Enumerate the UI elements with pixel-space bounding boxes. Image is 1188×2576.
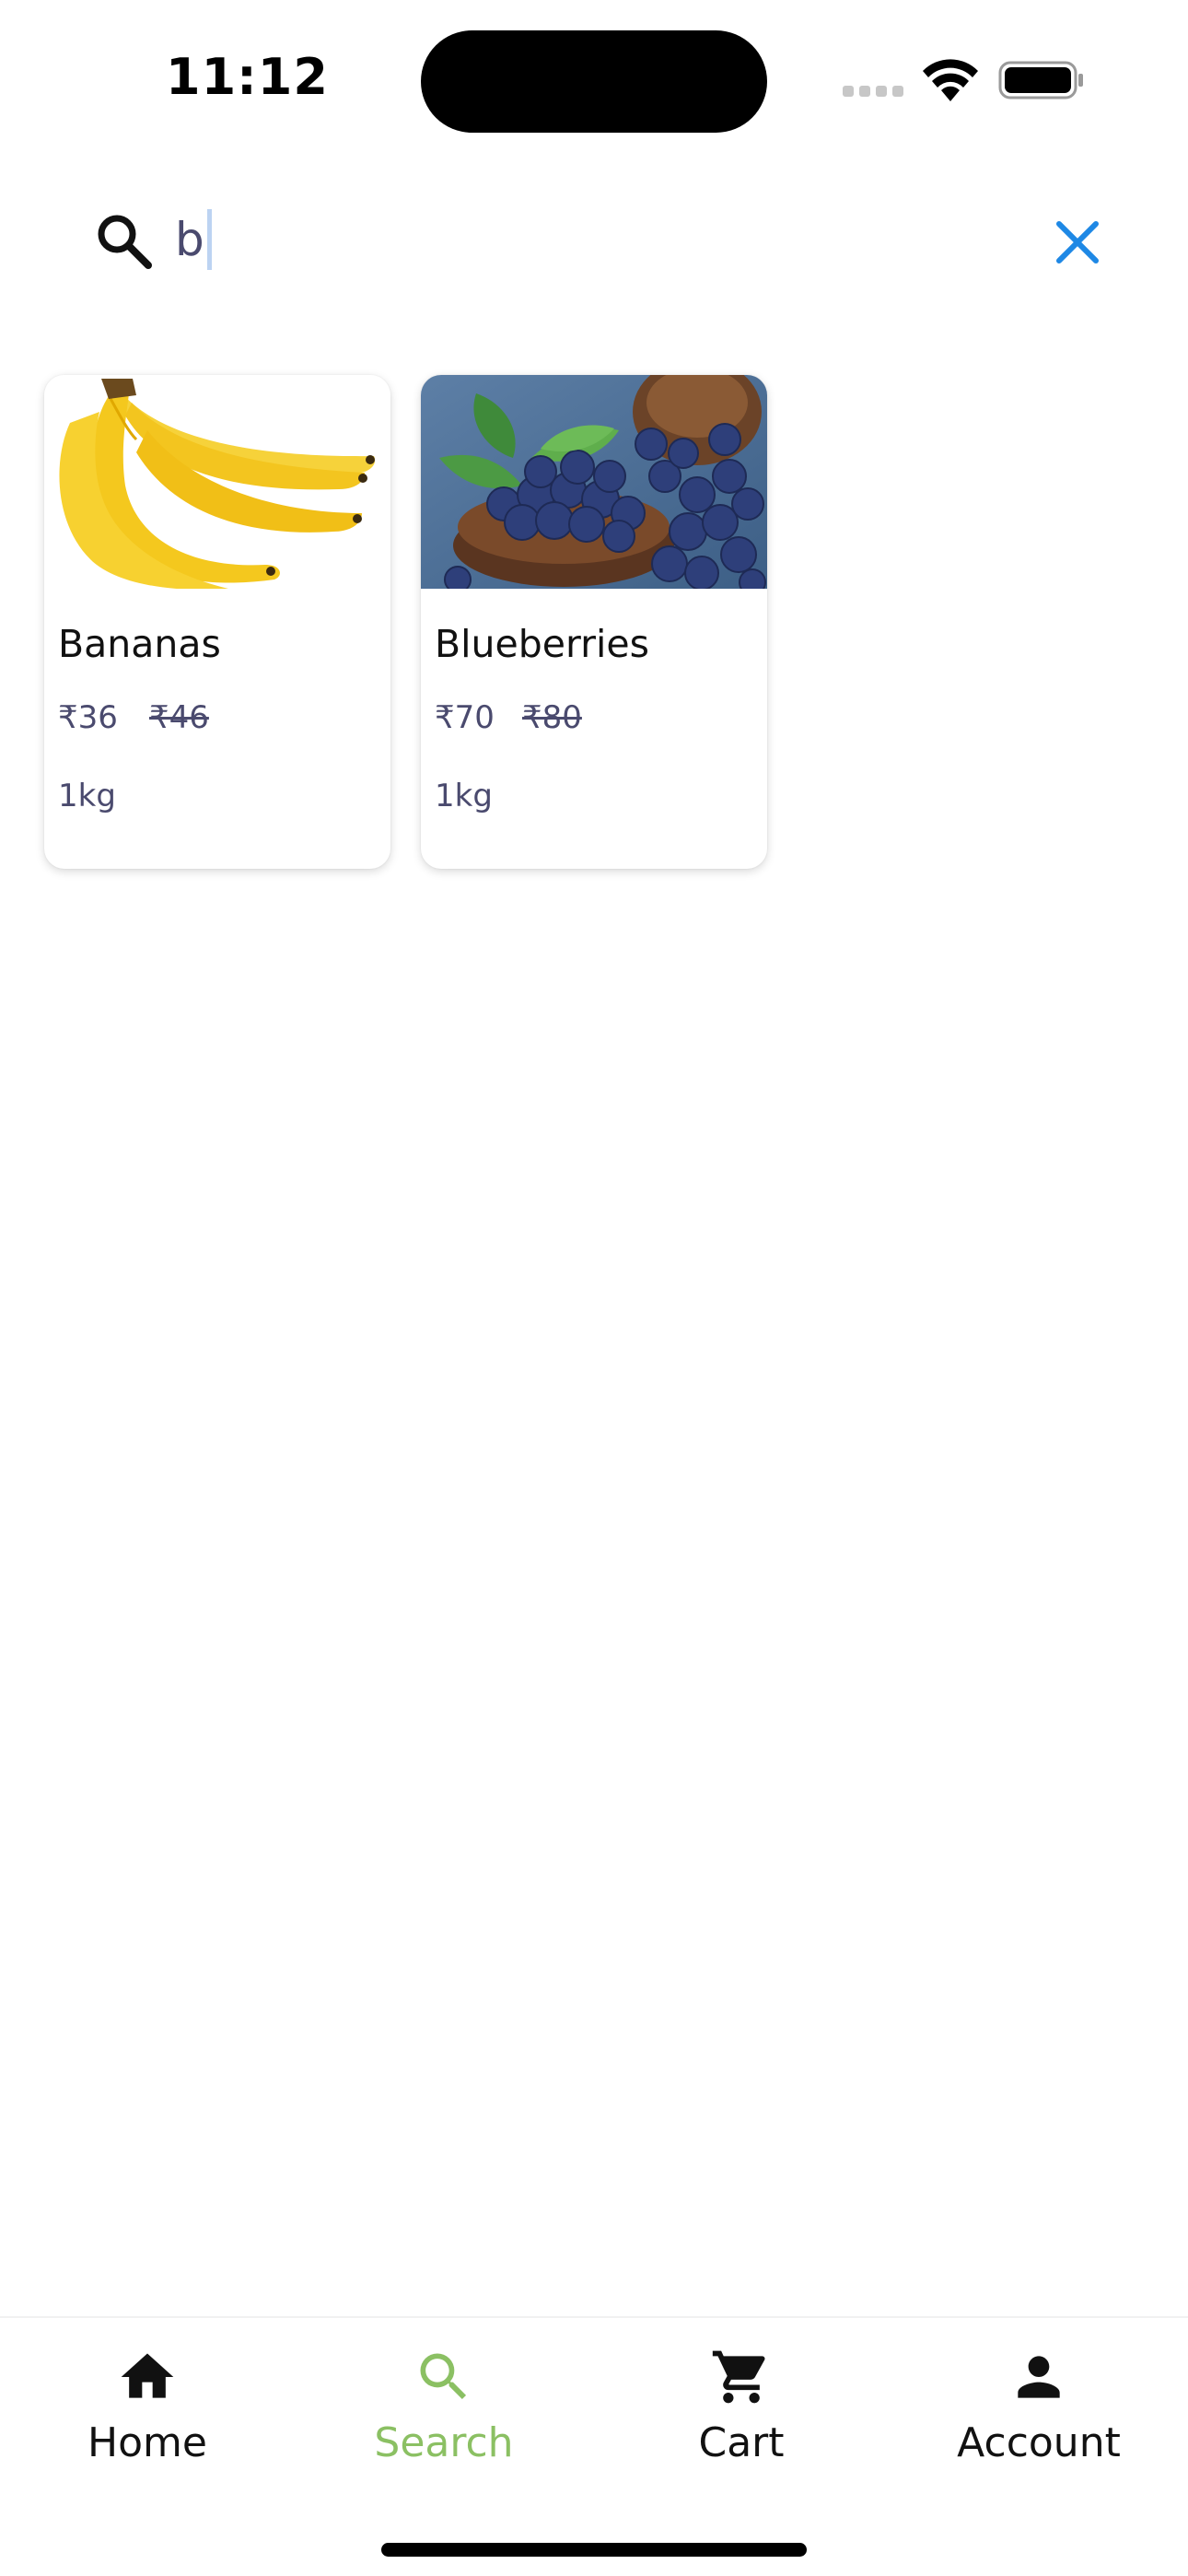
cart-icon [712,2350,765,2404]
nav-label: Cart [698,2419,785,2466]
nav-label: Account [957,2419,1121,2466]
nav-item-search[interactable]: Search [324,2346,564,2493]
home-icon [121,2353,174,2398]
product-price: ₹70 [435,699,495,736]
status-time: 11:12 [166,48,329,106]
product-mrp: ₹80 [522,699,582,736]
search-icon [420,2353,467,2400]
nav-label: Home [87,2419,207,2466]
battery-icon [998,61,1083,100]
search-screen: 11:12 b Bananas ₹36 ₹46 1kg Blueberries … [0,0,1188,2576]
nav-item-home[interactable]: Home [28,2346,267,2493]
product-mrp: ₹46 [149,699,209,736]
product-name: Blueberries [435,622,649,666]
dynamic-island [421,30,767,133]
nav-item-cart[interactable]: Cart [622,2346,861,2493]
search-icon [98,215,152,269]
wifi-icon [923,59,978,101]
nav-item-account[interactable]: Account [919,2346,1159,2493]
cellular-signal-icon [843,86,905,99]
search-input[interactable]: b [175,203,1004,276]
product-unit: 1kg [435,778,493,814]
close-icon[interactable] [1052,217,1103,268]
nav-label: Search [374,2419,514,2466]
text-caret [206,209,212,270]
home-indicator[interactable] [381,2543,807,2557]
blueberries-image [421,375,767,589]
product-price: ₹36 [58,699,118,736]
bottom-navigation: Home Search Cart Account [0,2316,1188,2576]
bananas-image [44,375,390,589]
product-card-blueberries[interactable]: Blueberries ₹70 ₹80 1kg [421,375,767,869]
product-name: Bananas [58,622,221,666]
product-unit: 1kg [58,778,116,814]
product-card-bananas[interactable]: Bananas ₹36 ₹46 1kg [44,375,390,869]
search-query-text: b [175,213,204,266]
account-icon [1018,2356,1060,2398]
